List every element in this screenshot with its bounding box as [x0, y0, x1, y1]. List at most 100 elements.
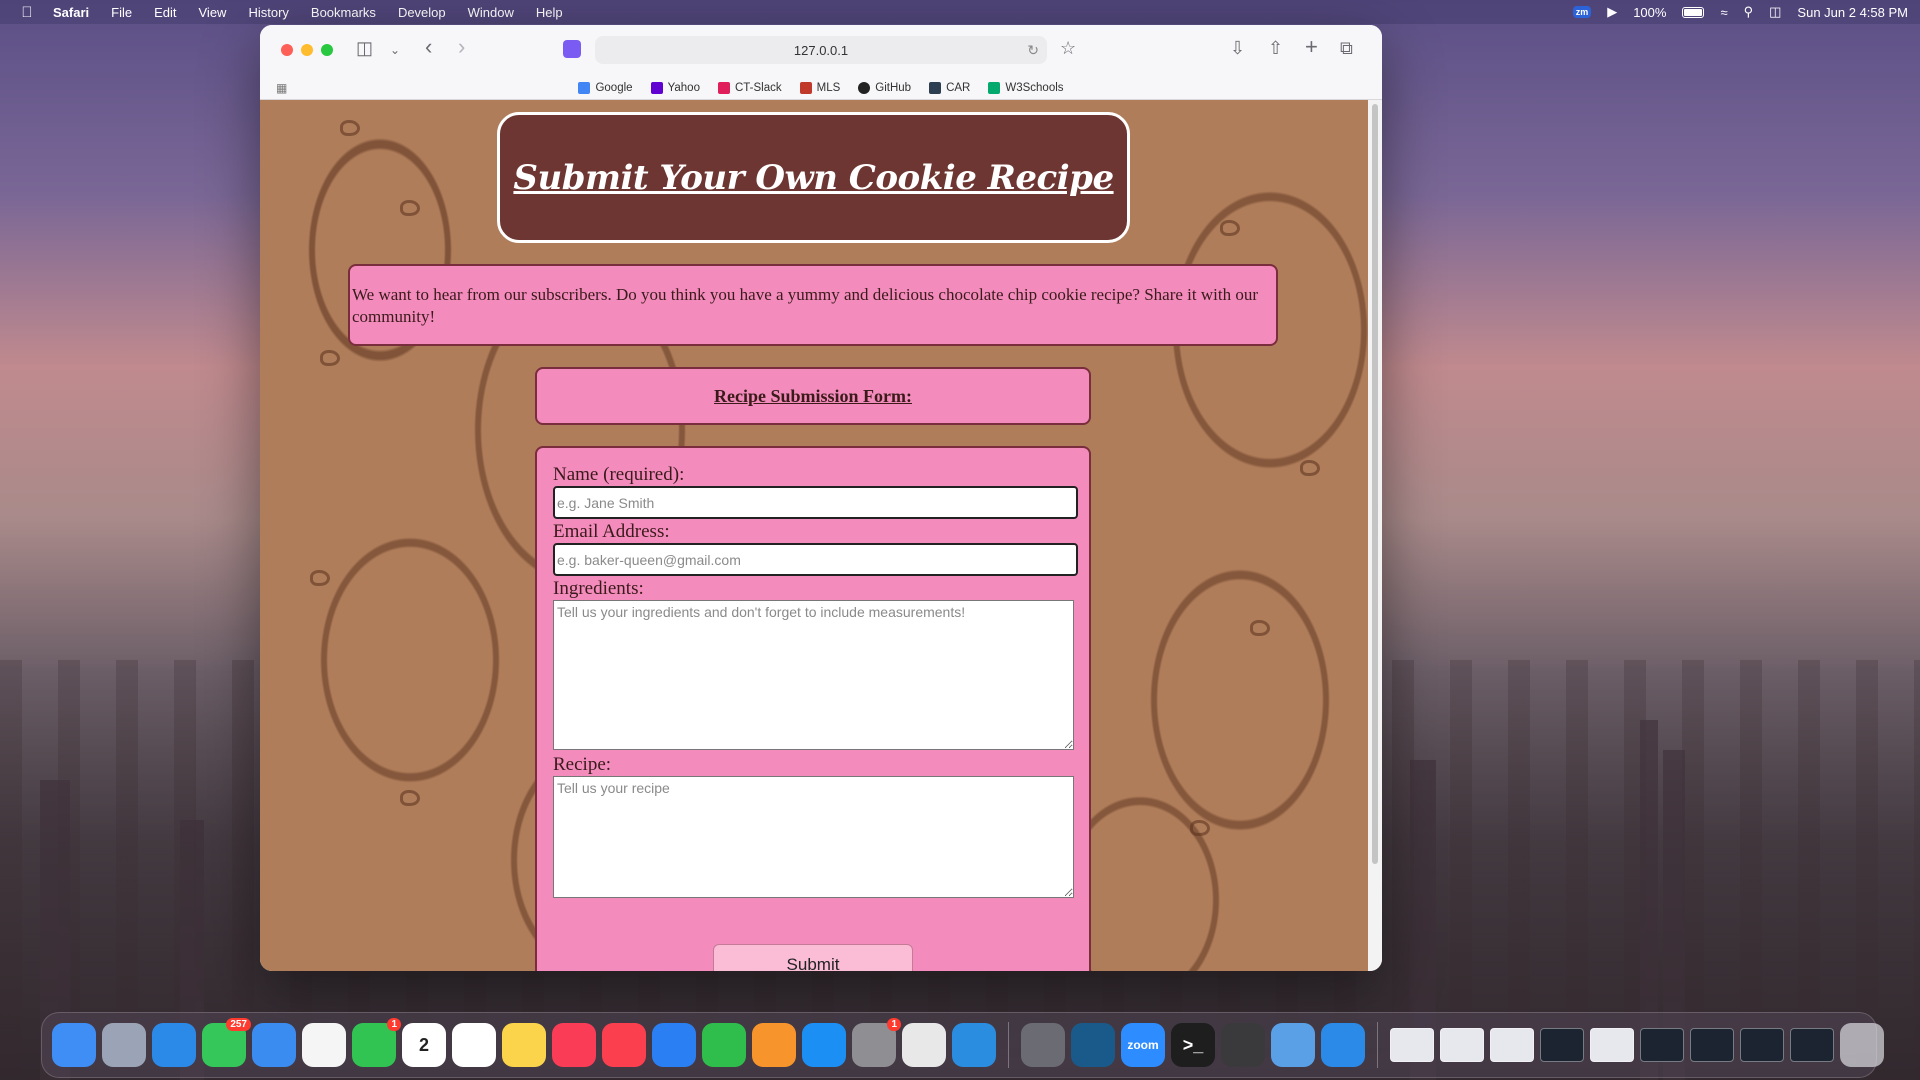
trash-icon[interactable]: [1840, 1023, 1884, 1067]
safari-icon[interactable]: [152, 1023, 196, 1067]
zoom-window-button[interactable]: [321, 44, 333, 56]
battery-icon[interactable]: [1682, 6, 1705, 18]
bookmark-w3schools[interactable]: W3Schools: [988, 82, 1064, 94]
favorites-bar: Google Yahoo CT-Slack MLS GitHub CAR W3S…: [260, 77, 1382, 99]
bookmark-github[interactable]: GitHub: [858, 82, 911, 94]
reminders-icon[interactable]: [452, 1023, 496, 1067]
sidebar-chevron-down-icon[interactable]: ⌄: [390, 43, 400, 57]
minimized-window-thumbnail[interactable]: [1690, 1028, 1734, 1062]
extension-icon[interactable]: [563, 40, 581, 58]
forward-icon[interactable]: ›: [458, 34, 465, 60]
messages-icon[interactable]: 257: [202, 1018, 251, 1067]
email-input[interactable]: [553, 543, 1078, 576]
downloads-icon[interactable]: ⇩: [1230, 38, 1245, 59]
calendar-icon[interactable]: 2: [402, 1023, 446, 1067]
apple-menu-icon[interactable]: : [12, 4, 42, 21]
ingredients-label: Ingredients:: [553, 578, 644, 599]
menu-clock[interactable]: Sun Jun 2 4:58 PM: [1797, 5, 1908, 20]
menu-help[interactable]: Help: [536, 5, 563, 20]
safari-dev-icon[interactable]: [1321, 1023, 1365, 1067]
menu-edit[interactable]: Edit: [154, 5, 176, 20]
address-bar[interactable]: 127.0.0.1 ↻: [595, 36, 1047, 64]
safari-window: ◫ ⌄ ‹ › 127.0.0.1 ↻ ☆ ⇩ ⇧ + ⧉ ▦ Google Y…: [260, 25, 1382, 971]
bookmark-star-icon[interactable]: ☆: [1060, 38, 1076, 59]
menu-app-name[interactable]: Safari: [53, 5, 89, 20]
finder-icon[interactable]: [52, 1023, 96, 1067]
new-tab-icon[interactable]: +: [1305, 34, 1318, 60]
reload-icon[interactable]: ↻: [1027, 42, 1039, 59]
share-icon[interactable]: ⇧: [1268, 38, 1283, 59]
recipe-textarea[interactable]: [553, 776, 1074, 898]
terminal-icon[interactable]: >_: [1171, 1023, 1215, 1067]
facetime-icon[interactable]: 1: [352, 1018, 401, 1067]
zoom-status-icon[interactable]: zm: [1572, 6, 1592, 18]
notification-badge: 257: [226, 1018, 251, 1031]
notification-badge: 1: [387, 1018, 401, 1031]
cookie-chip-decoration: [1250, 620, 1270, 636]
chrome-icon[interactable]: [902, 1023, 946, 1067]
minimized-window-thumbnail[interactable]: [1440, 1028, 1484, 1062]
minimized-window-thumbnail[interactable]: [1540, 1028, 1584, 1062]
launchpad-icon[interactable]: [102, 1023, 146, 1067]
minimized-window-thumbnail[interactable]: [1640, 1028, 1684, 1062]
minimized-window-thumbnail[interactable]: [1590, 1028, 1634, 1062]
bookmark-car[interactable]: CAR: [929, 82, 970, 94]
calculator-icon[interactable]: [1221, 1023, 1265, 1067]
menu-view[interactable]: View: [199, 5, 227, 20]
ingredients-textarea[interactable]: [553, 600, 1074, 750]
vscode-icon[interactable]: [952, 1023, 996, 1067]
bookmark-ct-slack[interactable]: CT-Slack: [717, 82, 782, 94]
minimized-window-thumbnail[interactable]: [1790, 1028, 1834, 1062]
bookmark-mls[interactable]: MLS: [799, 82, 840, 94]
keynote-icon[interactable]: [652, 1023, 696, 1067]
close-window-button[interactable]: [281, 44, 293, 56]
tab-overview-icon[interactable]: ⧉: [1340, 38, 1353, 59]
yahoo-icon: [650, 82, 663, 94]
wifi-icon[interactable]: ≈: [1720, 5, 1727, 20]
mysql-workbench-icon[interactable]: [1071, 1023, 1115, 1067]
cookie-chip-decoration: [1220, 220, 1240, 236]
rocket-icon[interactable]: [1021, 1023, 1065, 1067]
screen-record-icon[interactable]: ▶: [1607, 4, 1617, 20]
cookie-chip-decoration: [340, 120, 360, 136]
page-scrollbar[interactable]: [1368, 100, 1382, 971]
menu-bookmarks[interactable]: Bookmarks: [311, 5, 376, 20]
email-label: Email Address:: [553, 521, 670, 542]
app-store-icon[interactable]: [802, 1023, 846, 1067]
control-center-icon[interactable]: ◫: [1769, 4, 1781, 20]
pages-icon[interactable]: [752, 1023, 796, 1067]
menu-file[interactable]: File: [111, 5, 132, 20]
dock-separator: [1377, 1022, 1378, 1068]
news-icon[interactable]: [602, 1023, 646, 1067]
minimized-window-thumbnail[interactable]: [1390, 1028, 1434, 1062]
music-icon[interactable]: [552, 1023, 596, 1067]
notes-icon[interactable]: [502, 1023, 546, 1067]
menu-history[interactable]: History: [248, 5, 288, 20]
back-icon[interactable]: ‹: [425, 34, 432, 60]
scrollbar-thumb[interactable]: [1372, 104, 1378, 864]
minimize-window-button[interactable]: [301, 44, 313, 56]
minimized-window-thumbnail[interactable]: [1740, 1028, 1784, 1062]
submit-button[interactable]: Submit: [713, 944, 913, 971]
bookmark-google[interactable]: Google: [578, 82, 633, 94]
recipe-form: Name (required): Email Address: Ingredie…: [535, 446, 1091, 971]
sidebar-toggle-icon[interactable]: ◫: [356, 38, 373, 59]
page-header: Submit Your Own Cookie Recipe: [497, 112, 1130, 243]
menu-bar:  Safari File Edit View History Bookmark…: [0, 0, 1920, 24]
spotlight-search-icon[interactable]: ⚲: [1744, 4, 1754, 20]
numbers-icon[interactable]: [702, 1023, 746, 1067]
system-settings-icon[interactable]: 1: [852, 1018, 901, 1067]
preview-icon[interactable]: [1271, 1023, 1315, 1067]
cookie-chip-decoration: [400, 200, 420, 216]
photos-icon[interactable]: [302, 1023, 346, 1067]
minimized-window-thumbnail[interactable]: [1490, 1028, 1534, 1062]
w3schools-icon: [988, 82, 1001, 94]
zoom-icon[interactable]: zoom: [1121, 1023, 1165, 1067]
name-input[interactable]: [553, 486, 1078, 519]
menu-develop[interactable]: Develop: [398, 5, 446, 20]
menu-window[interactable]: Window: [468, 5, 514, 20]
url-text: 127.0.0.1: [793, 42, 849, 58]
name-label: Name (required):: [553, 464, 685, 485]
bookmark-yahoo[interactable]: Yahoo: [650, 82, 700, 94]
mail-icon[interactable]: [252, 1023, 296, 1067]
